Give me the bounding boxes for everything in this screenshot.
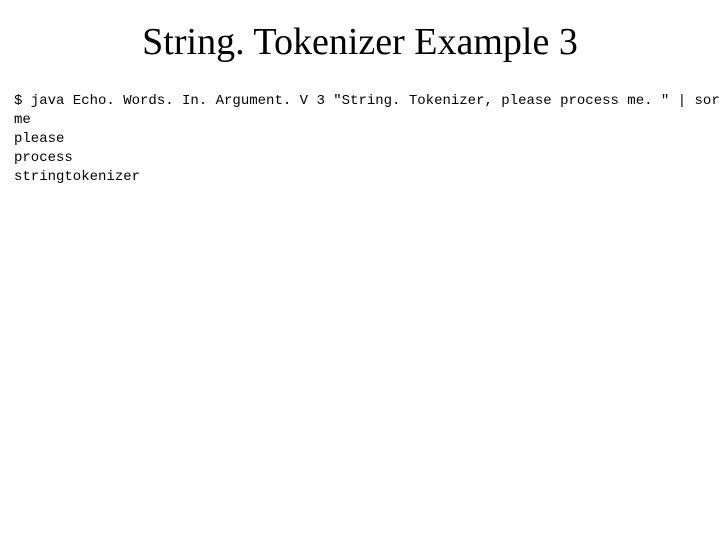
code-block: $ java Echo. Words. In. Argument. V 3 "S…: [10, 92, 710, 186]
code-line-output: me: [14, 112, 31, 128]
code-line-output: please: [14, 131, 64, 147]
code-line-output: stringtokenizer: [14, 169, 140, 185]
slide-container: String. Tokenizer Example 3 $ java Echo.…: [0, 0, 720, 540]
code-line-output: process: [14, 150, 73, 166]
slide-title: String. Tokenizer Example 3: [10, 20, 710, 64]
code-line-command: $ java Echo. Words. In. Argument. V 3 "S…: [14, 93, 720, 109]
